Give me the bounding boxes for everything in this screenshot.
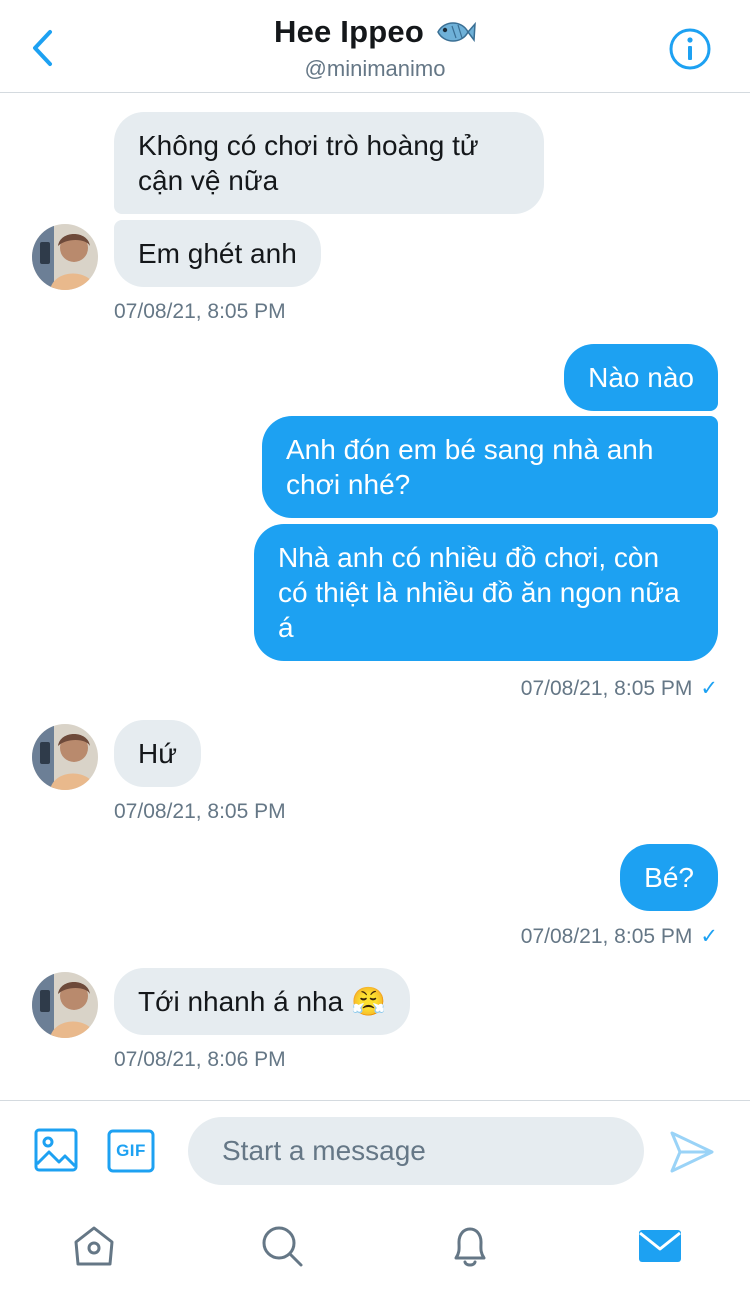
gif-label: GIF	[116, 1141, 146, 1160]
check-icon: ✓	[700, 925, 718, 948]
message-input[interactable]	[188, 1117, 644, 1185]
home-icon	[74, 1226, 114, 1266]
tab-bar	[0, 1200, 750, 1298]
message-timestamp: 07/08/21, 8:05 PM	[520, 925, 693, 948]
avatar[interactable]	[32, 724, 98, 790]
outgoing-message[interactable]: Nhà anh có nhiều đồ chơi, còn có thiệt l…	[254, 524, 718, 661]
avatar[interactable]	[32, 972, 98, 1038]
outgoing-message[interactable]: Anh đón em bé sang nhà anh chơi nhé?	[262, 416, 718, 518]
image-icon	[34, 1128, 78, 1172]
add-gif-button[interactable]: GIF	[107, 1129, 155, 1173]
avatar-image	[32, 724, 98, 790]
message-text: Bé?	[644, 862, 694, 893]
bell-icon	[454, 1227, 486, 1267]
send-icon	[670, 1131, 714, 1173]
info-icon	[669, 28, 711, 70]
add-photo-button[interactable]	[34, 1127, 78, 1173]
conversation-title: Hee Ippeo	[274, 14, 476, 50]
contact-handle: @minimanimo	[304, 56, 446, 81]
message-text: Hứ	[138, 738, 177, 769]
fish-icon	[437, 21, 476, 43]
outgoing-message[interactable]: Nào nào	[564, 344, 718, 411]
conversation-header: Hee Ippeo @minimanimo	[0, 0, 750, 93]
message-text: Em ghét anh	[138, 238, 297, 269]
tab-notifications[interactable]	[446, 1222, 494, 1270]
search-icon	[262, 1226, 303, 1267]
tab-search[interactable]	[258, 1222, 306, 1270]
tab-messages[interactable]	[636, 1222, 684, 1270]
message-timestamp: 07/08/21, 8:06 PM	[114, 1048, 286, 1071]
outgoing-message[interactable]: Bé?	[620, 844, 718, 911]
tab-home[interactable]	[70, 1222, 118, 1270]
message-list[interactable]: Không có chơi trò hoàng tử cận vệ nữa Em…	[0, 94, 750, 1100]
message-text: Nào nào	[588, 362, 694, 393]
check-icon: ✓	[700, 677, 718, 700]
incoming-message[interactable]: Em ghét anh	[114, 220, 321, 287]
message-timestamp: 07/08/21, 8:05 PM	[114, 800, 286, 823]
conversation-title-block[interactable]: Hee Ippeo @minimanimo	[0, 14, 750, 82]
message-composer: GIF	[0, 1100, 750, 1200]
avatar-image	[32, 224, 98, 290]
send-button[interactable]	[668, 1129, 716, 1175]
incoming-message[interactable]: Hứ	[114, 720, 201, 787]
message-timestamp-row: 07/08/21, 8:05 PM ✓	[521, 924, 718, 949]
message-text: Nhà anh có nhiều đồ chơi, còn có thiệt l…	[278, 542, 680, 643]
message-text: Anh đón em bé sang nhà anh chơi nhé?	[286, 434, 654, 500]
message-timestamp: 07/08/21, 8:05 PM	[114, 300, 286, 323]
info-button[interactable]	[668, 27, 712, 71]
message-timestamp-row: 07/08/21, 8:05 PM ✓	[521, 676, 718, 701]
message-text: Tới nhanh á nha 😤	[138, 986, 386, 1017]
incoming-message[interactable]: Tới nhanh á nha 😤	[114, 968, 410, 1035]
message-timestamp: 07/08/21, 8:05 PM	[520, 677, 693, 700]
contact-name: Hee Ippeo	[274, 14, 424, 49]
avatar-image	[32, 972, 98, 1038]
message-text: Không có chơi trò hoàng tử cận vệ nữa	[138, 130, 479, 196]
envelope-icon	[639, 1230, 681, 1262]
incoming-message[interactable]: Không có chơi trò hoàng tử cận vệ nữa	[114, 112, 544, 214]
avatar[interactable]	[32, 224, 98, 290]
